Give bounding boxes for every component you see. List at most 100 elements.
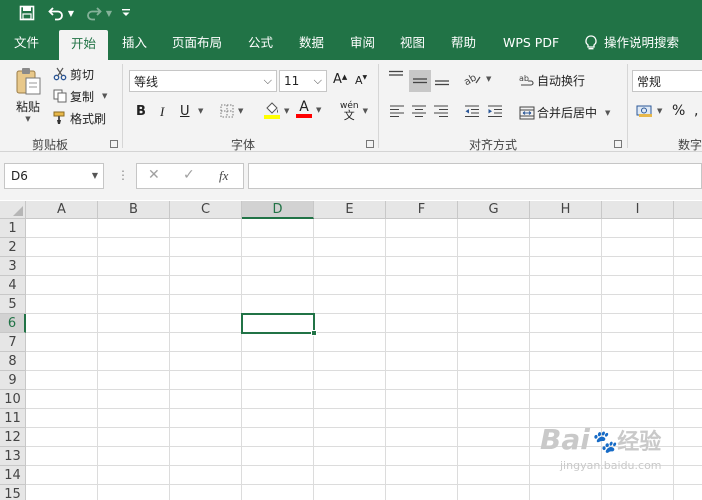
fill-handle[interactable] (311, 330, 317, 336)
wrap-text-icon: ab (519, 73, 535, 89)
formula-input[interactable] (248, 163, 702, 189)
tab-formulas[interactable]: 公式 (248, 26, 273, 60)
row-header-3[interactable]: 3 (0, 257, 26, 276)
increase-font-size-button[interactable]: A ▲ (333, 72, 347, 87)
copy-button[interactable]: 复制 ▼ (52, 88, 107, 104)
column-header-d[interactable]: D (242, 201, 314, 219)
gridline (26, 294, 702, 295)
enter-icon[interactable]: ✓ (183, 167, 195, 183)
row-header-13[interactable]: 13 (0, 447, 26, 466)
gridline (529, 219, 530, 500)
row-header-7[interactable]: 7 (0, 333, 26, 352)
row-header-10[interactable]: 10 (0, 390, 26, 409)
font-name-select[interactable]: 等线 ⌵ (129, 70, 277, 92)
name-box[interactable]: D6 ▼ (4, 163, 104, 189)
row-header-9[interactable]: 9 (0, 371, 26, 390)
undo-icon[interactable] (46, 3, 66, 23)
insert-function-button[interactable]: fx (219, 168, 228, 184)
row-header-15[interactable]: 15 (0, 485, 26, 500)
column-header-i[interactable]: I (602, 201, 674, 219)
align-left-button[interactable] (389, 104, 405, 118)
customize-qat-icon[interactable] (120, 3, 132, 23)
group-label-number: 数字 (678, 138, 702, 152)
phonetic-guide-button[interactable]: wén 文 ▼ (340, 101, 368, 121)
align-middle-button[interactable] (409, 70, 431, 92)
merge-center-button[interactable]: 合并后居中 ▼ (519, 104, 610, 121)
row-header-4[interactable]: 4 (0, 276, 26, 295)
column-header-h[interactable]: H (530, 201, 602, 219)
alignment-dialog-launcher[interactable] (614, 140, 622, 148)
align-right-button[interactable] (433, 104, 449, 118)
group-divider (627, 64, 628, 148)
chevron-down-icon[interactable]: ▼ (102, 92, 107, 100)
tab-help[interactable]: 帮助 (451, 26, 476, 60)
gridline (97, 219, 98, 500)
gridline (673, 219, 674, 500)
decrease-font-size-button[interactable]: A ▼ (355, 74, 367, 87)
redo-dropdown-icon[interactable]: ▼ (104, 3, 114, 23)
column-header-a[interactable]: A (26, 201, 98, 219)
chevron-down-icon: ▼ (284, 106, 290, 115)
wrap-text-label: 自动换行 (537, 74, 586, 88)
column-header-f[interactable]: F (386, 201, 458, 219)
percent-style-button[interactable]: % (672, 103, 685, 119)
borders-button[interactable]: ▼ (220, 104, 243, 118)
cut-button[interactable]: 剪切 (52, 66, 94, 82)
redo-icon[interactable] (84, 3, 104, 23)
accounting-format-button[interactable]: ▼ (636, 104, 662, 118)
tab-review[interactable]: 审阅 (350, 26, 375, 60)
bold-button[interactable]: B (136, 104, 146, 119)
select-all-button[interactable] (0, 201, 26, 219)
chevron-down-icon[interactable]: ▼ (92, 164, 98, 188)
align-top-button[interactable] (388, 70, 404, 84)
clipboard-dialog-launcher[interactable] (110, 140, 118, 148)
chevron-down-icon[interactable]: ▼ (198, 107, 203, 115)
paste-button[interactable]: 粘贴 ▼ (10, 64, 46, 124)
cancel-icon[interactable]: ✕ (148, 167, 160, 183)
fill-color-button[interactable]: ▼ (264, 102, 289, 119)
row-header-12[interactable]: 12 (0, 428, 26, 447)
tab-insert[interactable]: 插入 (122, 26, 147, 60)
row-header-2[interactable]: 2 (0, 238, 26, 257)
tab-wps-pdf[interactable]: WPS PDF (503, 26, 559, 60)
tab-view[interactable]: 视图 (400, 26, 425, 60)
undo-dropdown-icon[interactable]: ▼ (66, 3, 76, 23)
align-bottom-button[interactable] (434, 72, 450, 86)
comma-style-button[interactable]: , (694, 103, 698, 119)
column-header-e[interactable]: E (314, 201, 386, 219)
increase-indent-button[interactable] (487, 104, 503, 118)
font-size-select[interactable]: 11 ⌵ (279, 70, 327, 92)
cut-label: 剪切 (70, 67, 95, 82)
save-icon[interactable] (16, 3, 38, 23)
column-header-g[interactable]: G (458, 201, 530, 219)
row-header-6[interactable]: 6 (0, 314, 26, 333)
row-header-5[interactable]: 5 (0, 295, 26, 314)
column-header-b[interactable]: B (98, 201, 170, 219)
row-header-14[interactable]: 14 (0, 466, 26, 485)
wrap-text-button[interactable]: ab 自动换行 (519, 72, 585, 89)
tell-me-search[interactable]: 操作说明搜索 (584, 26, 679, 60)
row-header-11[interactable]: 11 (0, 409, 26, 428)
decrease-indent-button[interactable] (464, 104, 480, 118)
column-header-c[interactable]: C (170, 201, 242, 219)
underline-button[interactable]: U (180, 104, 190, 119)
worksheet-grid[interactable]: A B C D E F G H I 1 2 3 4 5 6 7 8 9 10 1… (0, 201, 702, 500)
align-center-button[interactable] (411, 104, 427, 118)
tab-data[interactable]: 数据 (299, 26, 324, 60)
font-color-swatch (296, 114, 312, 118)
font-color-button[interactable]: A ▼ (296, 100, 321, 118)
number-format-select[interactable]: 常规 (632, 70, 702, 92)
format-painter-button[interactable]: 格式刷 (52, 110, 106, 126)
tab-home[interactable]: 开始 (59, 30, 109, 60)
more-options-icon[interactable]: ⋮ (117, 168, 129, 182)
column-header-j[interactable] (674, 201, 702, 219)
font-dialog-launcher[interactable] (366, 140, 374, 148)
orientation-button[interactable]: ab ▼ (464, 72, 491, 86)
active-cell[interactable] (241, 313, 317, 336)
italic-button[interactable]: I (160, 104, 164, 120)
watermark-brand: Bai (540, 423, 590, 456)
tab-page-layout[interactable]: 页面布局 (172, 26, 222, 60)
row-header-1[interactable]: 1 (0, 219, 26, 238)
row-header-8[interactable]: 8 (0, 352, 26, 371)
tab-file[interactable]: 文件 (14, 26, 39, 60)
